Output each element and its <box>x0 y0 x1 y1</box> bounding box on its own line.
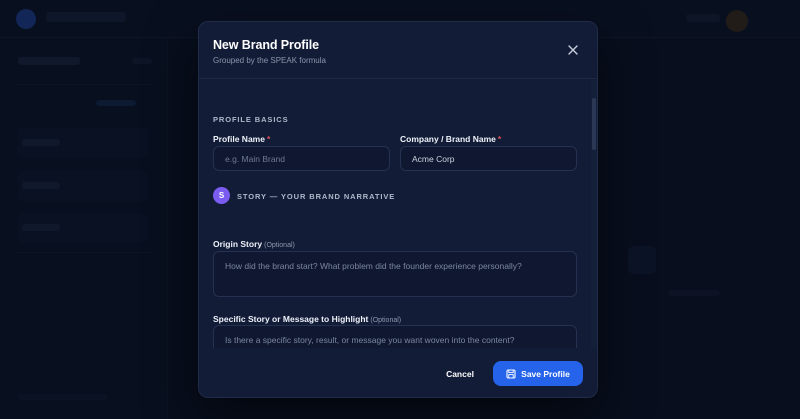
optional-note: (Optional) <box>264 242 295 249</box>
origin-story-label-text: Origin Story <box>213 239 263 249</box>
new-brand-profile-modal: New Brand Profile Grouped by the SPEAK f… <box>198 21 598 398</box>
specific-story-label: Specific Story or Message to Highlight (O… <box>213 314 401 324</box>
modal-scrollbar[interactable] <box>591 80 597 348</box>
specific-story-label-text: Specific Story or Message to Highlight <box>213 314 369 324</box>
modal-title: New Brand Profile <box>213 38 319 52</box>
cancel-button[interactable]: Cancel <box>433 362 487 386</box>
profile-name-label: Profile Name * <box>213 134 270 144</box>
section-heading-story: STORY — YOUR BRAND NARRATIVE <box>237 192 396 201</box>
profile-name-input[interactable] <box>213 146 390 171</box>
modal-body[interactable]: PROFILE BASICS Profile Name* Company / B… <box>199 80 597 348</box>
required-mark: * <box>266 134 271 144</box>
close-icon <box>568 45 578 55</box>
close-button[interactable] <box>565 42 581 58</box>
save-profile-label: Save Profile <box>521 368 570 379</box>
company-name-label: Company / Brand Name * <box>400 134 501 144</box>
profile-name-label-text: Profile Name <box>213 134 265 144</box>
story-step-badge: S <box>213 187 230 204</box>
origin-story-label: Origin Story (Optional) <box>213 239 295 249</box>
save-icon <box>506 368 516 379</box>
origin-story-textarea[interactable] <box>213 251 577 297</box>
company-name-label-text: Company / Brand Name <box>400 134 496 144</box>
modal-header: New Brand Profile Grouped by the SPEAK f… <box>199 22 597 79</box>
section-heading-profile-basics: PROFILE BASICS <box>213 115 289 124</box>
company-name-input[interactable] <box>400 146 577 171</box>
save-profile-button[interactable]: Save Profile <box>493 361 583 386</box>
specific-story-textarea[interactable] <box>213 325 577 348</box>
modal-footer: Cancel Save Profile <box>199 348 597 397</box>
required-mark: * <box>497 134 502 144</box>
optional-note: (Optional) <box>370 317 402 324</box>
modal-subtitle: Grouped by the SPEAK formula <box>213 56 326 65</box>
scrollbar-thumb[interactable] <box>592 98 596 150</box>
